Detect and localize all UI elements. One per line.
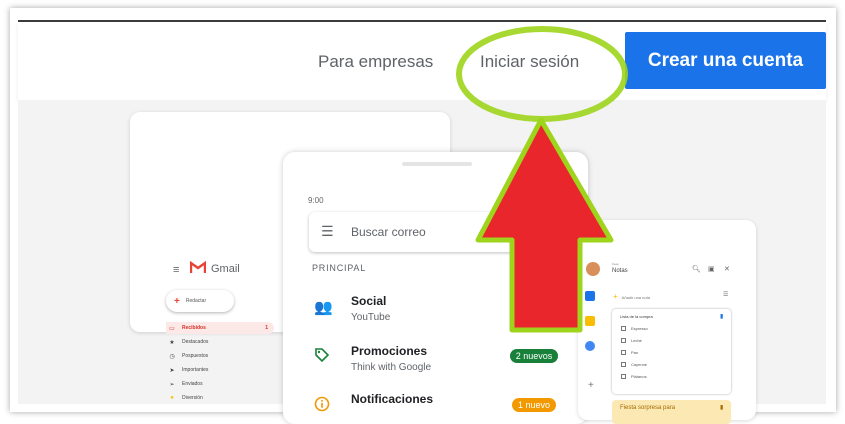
checkbox-icon[interactable] — [621, 374, 626, 379]
add-rail-icon[interactable]: + — [588, 380, 594, 391]
sidebar-item-label: Importantes — [182, 367, 209, 373]
gmail-logo-icon — [190, 261, 206, 273]
menu-icon: ≡ — [173, 264, 180, 276]
keep-rail-icon[interactable] — [585, 316, 595, 326]
row-sub-social: YouTube — [351, 312, 391, 323]
label-icon: ➤ — [169, 367, 175, 374]
checklist-item[interactable]: Plátanos — [621, 374, 647, 379]
promotions-tag-icon — [315, 348, 330, 363]
compose-label: Redactar — [185, 298, 207, 304]
checkbox-icon[interactable] — [621, 326, 626, 331]
avatar — [586, 262, 600, 276]
party-note-card[interactable]: Fiesta sorpresa para — [612, 400, 731, 424]
top-navbar: Para empresas Iniciar sesión Crear una c… — [18, 22, 826, 100]
sidebar-item-5[interactable]: ● Diversión — [166, 392, 274, 404]
checkbox-icon[interactable] — [621, 338, 626, 343]
row-title-notifs: Notificaciones — [351, 392, 434, 406]
close-icon[interactable]: ✕ — [724, 265, 730, 273]
checkbox-icon[interactable] — [621, 350, 626, 355]
checklist-label: Leche — [631, 338, 642, 343]
gmail-wordmark: Gmail — [211, 263, 240, 275]
search-icon[interactable]: 🔍︎ — [692, 265, 701, 273]
add-note-button[interactable]: + Añadir una nota — [613, 292, 650, 301]
sidebar-item-label: Diversión — [182, 395, 203, 401]
checklist-label: Cayenne — [631, 362, 648, 367]
compose-plus-icon: + — [174, 295, 180, 307]
sidebar-item-label: Pospuestos — [182, 353, 209, 359]
checkbox-icon[interactable] — [621, 362, 626, 367]
badge-promos: 2 nuevos — [510, 349, 558, 363]
search-placeholder: Buscar correo — [351, 225, 426, 239]
send-icon: ➢ — [169, 381, 175, 388]
badge-notifs: 1 nuevo — [512, 398, 556, 412]
checklist-label: Pan — [631, 350, 639, 355]
checklist-item[interactable]: Cayenne — [621, 362, 647, 367]
keep-label: Keep — [612, 262, 620, 266]
tasks-rail-icon[interactable] — [585, 341, 595, 351]
sidebar-item-2[interactable]: ◷ Pospuestos — [166, 350, 274, 362]
notifications-info-icon — [314, 396, 330, 412]
pin-icon-2: ▮ — [720, 405, 724, 411]
sidebar-item-4[interactable]: ➢ Enviados — [166, 378, 274, 390]
checklist-item[interactable]: Leche — [621, 338, 642, 343]
checklist-item[interactable]: Pan — [621, 350, 638, 355]
sidebar-item-1[interactable]: ★ Destacados — [166, 336, 274, 348]
section-label: PRINCIPAL — [312, 263, 367, 273]
sidebar-item-label: Recibidos — [182, 325, 206, 331]
row-sub-promos: Think with Google — [351, 362, 432, 373]
nav-link-empresas[interactable]: Para empresas — [318, 52, 433, 72]
view-toggle-icon[interactable]: ▣ — [708, 265, 715, 273]
hamburger-menu-icon: ☰ — [321, 223, 334, 239]
inbox-icon: ▭ — [169, 325, 175, 332]
sidebar-item-label: Destacados — [182, 339, 209, 345]
sidebar-item-label: Enviados — [182, 381, 203, 387]
pin-icon[interactable]: ▮ — [720, 313, 723, 320]
checklist-item[interactable]: Espresso — [621, 326, 648, 331]
list-view-icon: ☰ — [723, 292, 729, 298]
star-icon: ★ — [169, 339, 175, 346]
checklist-label: Plátanos — [631, 374, 647, 379]
clock-icon: ◷ — [169, 353, 175, 360]
compose-button[interactable]: + Redactar — [166, 290, 234, 312]
phone-mockup — [283, 152, 588, 424]
search-bar[interactable]: ☰ Buscar correo — [309, 212, 577, 252]
row-title-social: Social — [351, 294, 387, 308]
create-account-button[interactable]: Crear una cuenta — [625, 32, 826, 89]
sidebar-item-3[interactable]: ➤ Importantes — [166, 364, 274, 376]
sidebar-item-count: 1 — [265, 325, 268, 331]
phone-speaker — [402, 162, 472, 166]
row-title-promos: Promociones — [351, 344, 428, 358]
sidebar-item-0[interactable]: ▭ Recibidos 1 — [166, 322, 274, 334]
checklist-label: Espresso — [631, 326, 648, 331]
calendar-rail-icon[interactable] — [585, 291, 595, 301]
card-title: Lista de la compra — [620, 314, 653, 319]
nav-link-login[interactable]: Iniciar sesión — [480, 52, 579, 72]
notes-title: Notas — [612, 268, 628, 274]
phone-time: 9:00 — [308, 196, 324, 205]
social-people-icon: 👥 — [314, 299, 333, 316]
tag-icon: ● — [170, 395, 174, 401]
